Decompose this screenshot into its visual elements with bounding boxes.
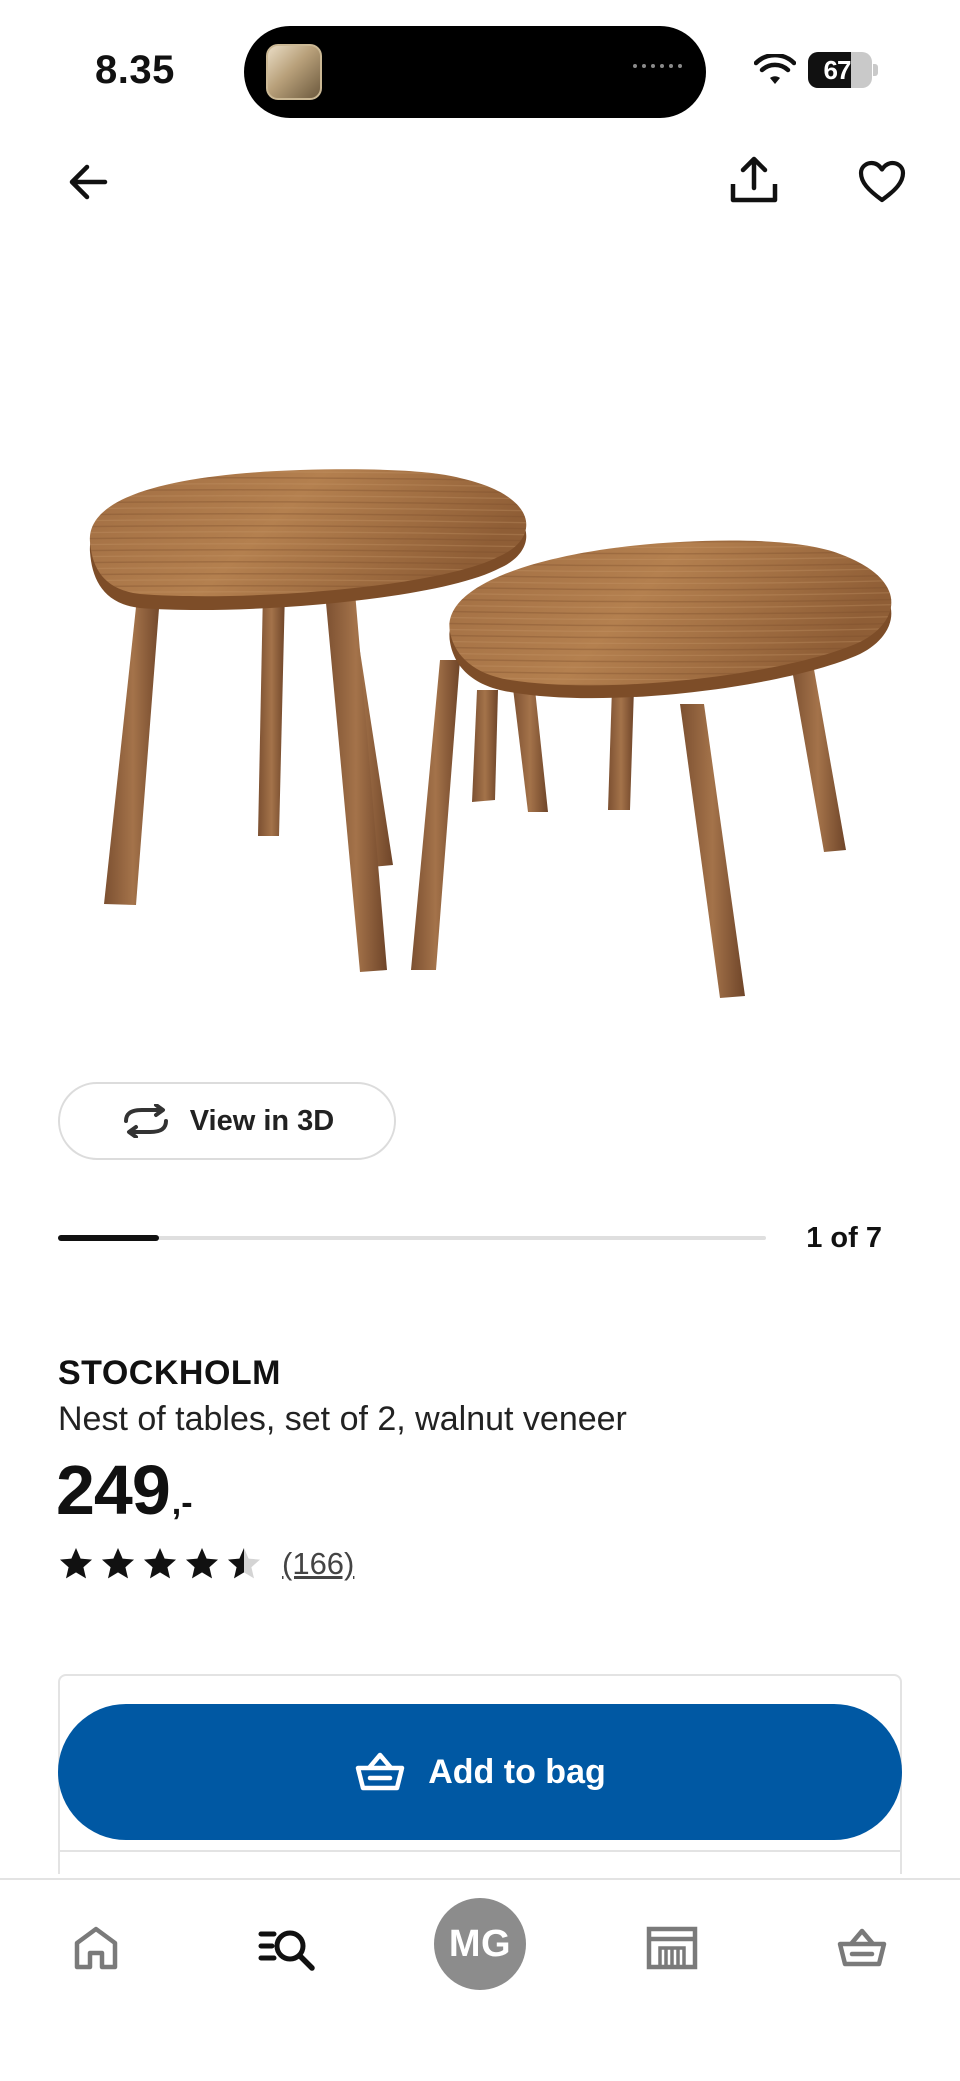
shopping-basket-icon [355, 1752, 405, 1791]
tab-search[interactable] [240, 1900, 336, 1996]
carousel-counter: 1 of 7 [806, 1222, 882, 1254]
heart-icon [858, 160, 906, 203]
share-icon [730, 156, 778, 203]
bottom-tab-bar: MG [0, 1878, 960, 2081]
star-icon [228, 1548, 260, 1579]
product-price: 249 ,- [56, 1450, 193, 1530]
star-icon [60, 1548, 92, 1579]
shopping-basket-icon [837, 1928, 887, 1967]
dynamic-island [244, 26, 706, 118]
carousel-progress-fill [58, 1235, 160, 1241]
now-playing-thumbnail [266, 44, 322, 100]
waveform-icon [633, 64, 682, 68]
wifi-icon [754, 54, 796, 84]
tab-stores[interactable] [624, 1900, 720, 1996]
card-divider [58, 1850, 902, 1852]
star-icon [186, 1548, 218, 1579]
rotate-3d-icon [123, 1104, 168, 1138]
home-icon [74, 1926, 118, 1970]
tab-bag[interactable] [814, 1900, 910, 1996]
product-description: Nest of tables, set of 2, walnut veneer [58, 1400, 627, 1438]
carousel-progress-track[interactable] [58, 1235, 766, 1241]
add-to-bag-button[interactable]: Add to bag [58, 1704, 902, 1840]
add-to-bag-label: Add to bag [428, 1752, 606, 1791]
right-table [411, 540, 892, 998]
product-name: STOCKHOLM [58, 1354, 281, 1392]
product-rating[interactable]: (166) [58, 1546, 354, 1582]
status-bar: 8.35 67 [0, 0, 960, 140]
status-time: 8.35 [95, 48, 175, 92]
store-icon [646, 1926, 698, 1970]
price-suffix: ,- [171, 1484, 193, 1522]
tab-home[interactable] [48, 1900, 144, 1996]
back-button[interactable] [56, 150, 120, 214]
view-in-3d-button[interactable]: View in 3D [58, 1082, 396, 1160]
star-icon [102, 1548, 134, 1579]
view-in-3d-label: View in 3D [189, 1104, 335, 1137]
price-integer: 249 [56, 1451, 171, 1529]
arrow-left-icon [69, 164, 108, 200]
battery-level: 67 [823, 55, 852, 85]
profile-initials: MG [448, 1922, 512, 1965]
product-image[interactable] [40, 440, 920, 1020]
top-nav [0, 150, 960, 220]
rating-stars [58, 1546, 262, 1582]
tab-profile[interactable]: MG [434, 1898, 526, 1990]
battery-cap [873, 64, 878, 76]
favorite-button[interactable] [850, 150, 914, 214]
battery-icon: 67 [808, 52, 872, 88]
share-button[interactable] [722, 148, 786, 212]
left-table [89, 469, 527, 972]
star-icon [144, 1548, 176, 1579]
search-list-icon [258, 1930, 315, 1971]
review-count-link[interactable]: (166) [282, 1546, 354, 1582]
